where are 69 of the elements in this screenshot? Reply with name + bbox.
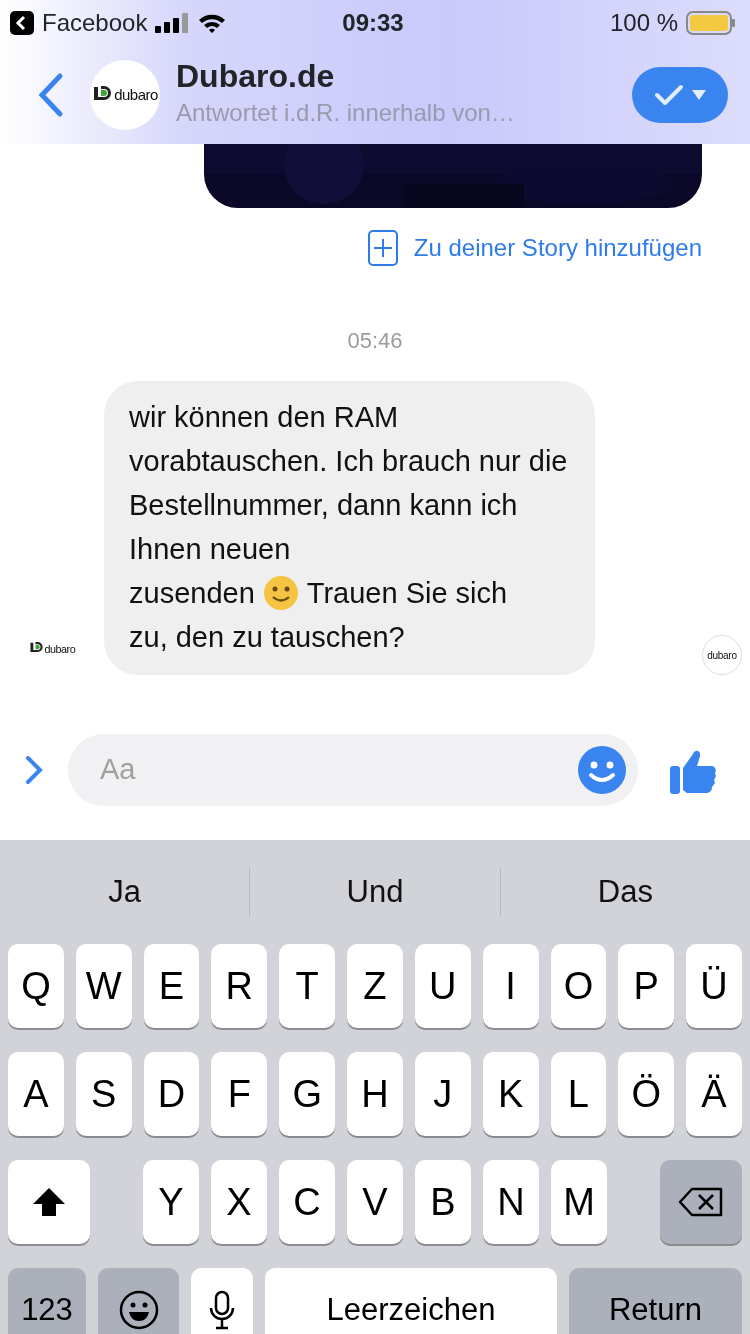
backspace-key[interactable] <box>660 1160 742 1244</box>
status-text: Antwortet i.d.R. innerhalb von… <box>176 97 516 128</box>
key[interactable]: S <box>75 1052 132 1136</box>
battery-icon <box>686 11 736 35</box>
key[interactable]: U <box>414 944 471 1028</box>
return-key[interactable]: Return <box>569 1268 742 1334</box>
message-input-field[interactable]: Aa <box>68 734 638 806</box>
key[interactable]: O <box>550 944 607 1028</box>
key[interactable]: X <box>211 1160 267 1244</box>
key[interactable]: M <box>551 1160 607 1244</box>
key[interactable]: K <box>482 1052 539 1136</box>
logo-text: dubaro <box>707 648 737 663</box>
key[interactable]: Ü <box>686 944 742 1028</box>
backspace-icon <box>678 1187 724 1217</box>
message-text: Trauen Sie sich <box>306 576 508 611</box>
key[interactable]: E <box>143 944 200 1028</box>
caret-icon <box>692 90 706 100</box>
microphone-icon <box>209 1290 235 1330</box>
key[interactable]: H <box>347 1052 403 1136</box>
key[interactable]: Z <box>347 944 403 1028</box>
key[interactable]: A <box>8 1052 64 1136</box>
key[interactable]: G <box>279 1052 336 1136</box>
message-text: zu, den zu tauschen? <box>129 620 406 655</box>
key[interactable]: Q <box>8 944 64 1028</box>
contact-name: Dubaro.de <box>176 59 336 95</box>
key[interactable]: T <box>279 944 336 1028</box>
key[interactable]: L <box>550 1052 607 1136</box>
emoji-key[interactable] <box>98 1268 179 1334</box>
back-icon <box>10 11 34 35</box>
logo-text: dubaro <box>44 641 76 657</box>
key[interactable]: Y <box>143 1160 199 1244</box>
clock-time: 09:33 <box>342 9 404 36</box>
logo-text: dubaro <box>114 84 158 105</box>
space-key[interactable]: Leerzeichen <box>265 1268 557 1334</box>
key[interactable]: V <box>347 1160 403 1244</box>
timestamp: 05:46 <box>347 328 403 353</box>
key[interactable]: I <box>482 944 539 1028</box>
smiley-icon <box>118 1290 159 1330</box>
numbers-key[interactable]: 123 <box>8 1268 86 1334</box>
key[interactable]: F <box>211 1052 268 1136</box>
key[interactable]: N <box>483 1160 539 1244</box>
key[interactable]: Ä <box>686 1052 742 1136</box>
chevron-right-icon[interactable] <box>24 755 44 785</box>
smiley-icon <box>262 575 299 611</box>
text-input[interactable]: Aa <box>98 747 578 793</box>
plus-square-icon <box>367 230 398 266</box>
story-link[interactable]: Zu deiner Story hinzufügen <box>367 230 702 266</box>
key[interactable]: Ö <box>618 1052 675 1136</box>
suggestion-item[interactable]: Ja <box>0 868 250 916</box>
back-app-link[interactable]: Facebook <box>42 5 148 41</box>
wifi-icon <box>197 12 228 34</box>
dictation-key[interactable] <box>191 1268 253 1334</box>
shift-key[interactable] <box>8 1160 90 1244</box>
key[interactable]: C <box>279 1160 335 1244</box>
check-dropdown-button[interactable] <box>632 67 728 123</box>
emoji-button-icon[interactable] <box>578 746 626 794</box>
battery-text: 100 % <box>609 8 678 38</box>
message-text: zusenden <box>129 576 255 611</box>
key[interactable]: B <box>415 1160 471 1244</box>
key[interactable]: D <box>143 1052 200 1136</box>
suggestion-item[interactable]: Das <box>500 868 750 916</box>
suggestion-item[interactable]: Und <box>250 868 500 916</box>
key[interactable]: P <box>618 944 675 1028</box>
key[interactable]: R <box>211 944 268 1028</box>
key[interactable]: J <box>414 1052 471 1136</box>
check-icon <box>654 83 684 107</box>
signal-icon <box>155 13 190 33</box>
key[interactable]: W <box>75 944 132 1028</box>
shift-icon <box>31 1186 67 1218</box>
